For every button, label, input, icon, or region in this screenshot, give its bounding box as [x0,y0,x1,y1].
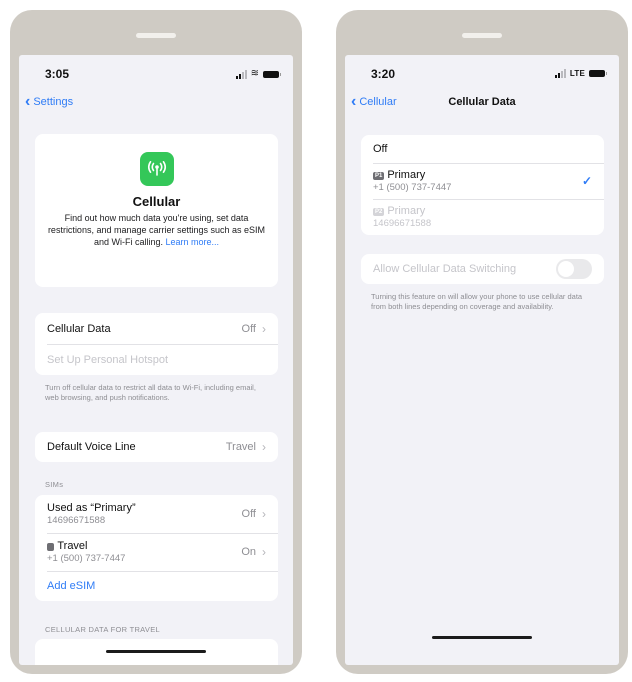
chevron-right-icon: › [262,545,266,559]
checkmark-icon: ✓ [581,174,592,188]
sim-status: Off [241,508,256,520]
cellular-data-value: Off [241,322,256,335]
option-number: 14696671588 [373,218,432,229]
network-type: LTE [569,69,585,78]
signal-icon [235,69,247,79]
nav-bar: ‹ Cellular Cellular Data [345,94,619,114]
data-switching-footnote: Turning this feature on will allow your … [371,292,583,311]
home-indicator[interactable] [432,636,532,639]
phone-frame-right: 3:20 LTE ‹ Cellular Cellular Data Off P1… [336,10,628,674]
chevron-right-icon: › [262,507,266,521]
sims-group: Used as “Primary” 14696671588 Off › Trave… [35,495,278,601]
cellular-antenna-icon [139,152,174,186]
status-bar: 3:05 ≋ [19,67,293,83]
battery-icon [263,70,281,78]
nav-bar: ‹ Settings [19,93,293,114]
option-off[interactable]: Off [361,135,604,163]
option-label: Primary [387,205,426,217]
personal-hotspot-label: Set Up Personal Hotspot [47,353,169,366]
data-switching-toggle[interactable] [556,259,592,279]
data-switching-group: Allow Cellular Data Switching [361,254,604,284]
phone-frame-left: 3:05 ≋ ‹ Settings Cellular Find out how … [10,10,302,674]
page-title: Cellular Data [448,96,516,108]
status-bar: 3:20 LTE [345,67,619,83]
learn-more-link[interactable]: Learn more... [166,237,220,247]
battery-icon [589,70,607,77]
data-switching-row: Allow Cellular Data Switching [361,254,604,284]
add-esim-row[interactable]: Add eSIM [35,571,278,601]
signal-icon [554,69,566,78]
option-number: +1 (500) 737-7447 [373,182,452,193]
sim-badge-icon: P2 [373,208,385,216]
cellular-data-row[interactable]: Cellular Data Off › [35,313,278,344]
screen-cellular-data: 3:20 LTE ‹ Cellular Cellular Data Off P1… [345,55,619,665]
data-switching-label: Allow Cellular Data Switching [373,263,517,275]
sim-number: +1 (500) 737-7447 [47,553,126,564]
chevron-right-icon: › [262,321,266,336]
chevron-left-icon: ‹ [25,93,31,110]
status-time: 3:05 [45,67,70,81]
back-label: Settings [33,96,74,108]
option-primary-disabled: P2 Primary 14696671588 [361,199,604,235]
default-voice-label: Default Voice Line [47,441,136,453]
default-voice-value: Travel [225,441,256,453]
cellular-data-label: Cellular Data [47,322,111,335]
option-label: Off [373,143,388,155]
sim-number: 14696671588 [47,515,106,526]
cellular-data-footnote: Turn off cellular data to restrict all d… [45,383,256,402]
speaker-notch [462,33,502,38]
sim-badge-icon: P1 [373,172,385,180]
cellular-data-options: Off P1 Primary +1 (500) 737-7447 ✓ P2 Prim… [361,135,604,235]
sim-status: On [241,546,256,558]
cellular-info-card: Cellular Find out how much data you're u… [35,134,278,287]
option-label: Primary [387,169,426,181]
cellular-data-group: Cellular Data Off › Set Up Personal Hotsp… [35,313,278,375]
data-for-travel-header: CELLULAR DATA FOR TRAVEL [45,625,161,634]
add-esim-button[interactable]: Add eSIM [47,580,95,592]
option-primary[interactable]: P1 Primary +1 (500) 737-7447 ✓ [361,163,604,199]
sim-label: Travel [57,540,88,552]
wifi-icon: ≋ [250,68,259,79]
home-indicator[interactable] [106,650,206,653]
status-time: 3:20 [371,67,396,81]
screen-cellular-settings: 3:05 ≋ ‹ Settings Cellular Find out how … [19,55,293,665]
chevron-right-icon: › [262,440,266,454]
sims-section-header: SIMs [45,480,64,489]
sim-row-primary[interactable]: Used as “Primary” 14696671588 Off › [35,495,278,533]
speaker-notch [136,33,176,38]
sim-label: Used as “Primary” [47,502,136,514]
sim-row-travel[interactable]: Travel +1 (500) 737-7447 On › [35,533,278,571]
default-voice-group: Default Voice Line Travel › [35,432,278,462]
cellular-description: Find out how much data you're using, set… [47,213,266,247]
back-button[interactable]: ‹ Settings [25,93,74,110]
sim-badge-icon [47,543,55,551]
personal-hotspot-row: Set Up Personal Hotspot [35,344,278,375]
cellular-heading: Cellular [132,194,181,209]
default-voice-line-row[interactable]: Default Voice Line Travel › [35,432,278,462]
